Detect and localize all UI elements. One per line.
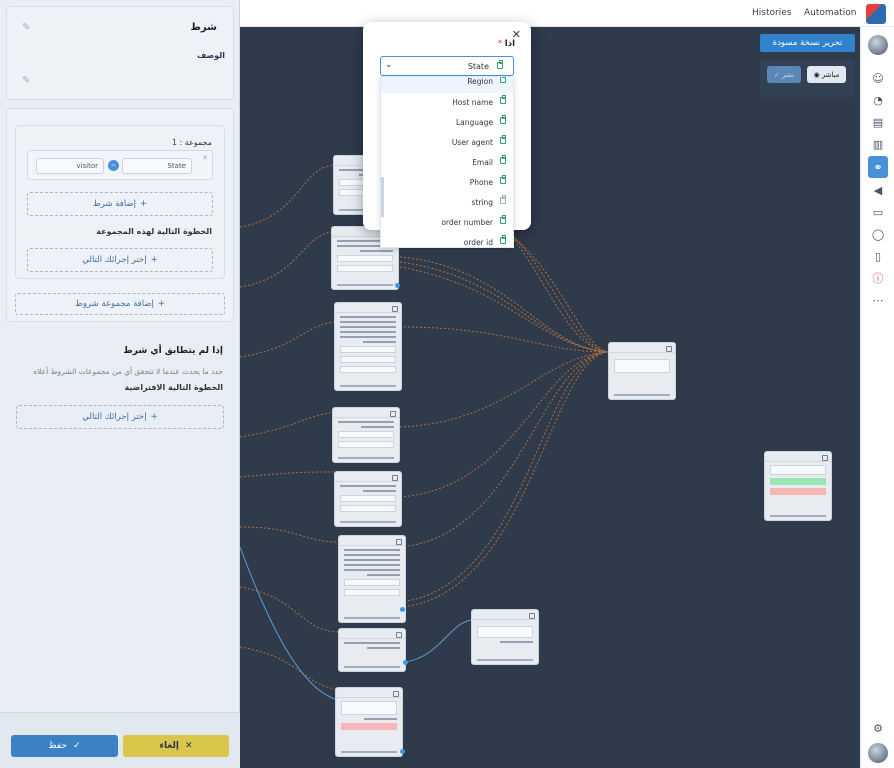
option-user-agent[interactable]: User agent [381, 134, 513, 154]
reports-pie-icon[interactable]: ◔ [868, 91, 888, 109]
option-order-number[interactable]: order number [381, 214, 513, 234]
remove-condition-icon[interactable]: ✕ [202, 154, 208, 162]
windows-icon[interactable]: ▤ [868, 113, 888, 131]
field-type-icon [500, 215, 506, 224]
field-options-dropdown: Region Host name Language User agent Ema… [380, 76, 514, 248]
condition-field[interactable]: State [122, 158, 192, 174]
flow-canvas[interactable]: تحرير نسخة مسودة ◉ مباشر ✓ نشر [240, 27, 860, 768]
condition-panel: شرط ✎ الوصف ✎ مجموعة : 1 إضافة مجموعة شر… [0, 0, 240, 768]
header-card: شرط ✎ الوصف ✎ [6, 6, 234, 100]
if-label: * اذا [497, 39, 515, 49]
no-match-description: حدد ما يحدث عندما لا تتحقق أي من مجموعات… [33, 367, 223, 376]
flow-node[interactable] [334, 302, 402, 391]
field-type-icon [500, 95, 506, 104]
operator-toggle[interactable]: ~ [108, 160, 119, 171]
book-icon[interactable]: ▯ [868, 247, 888, 265]
profile-avatar[interactable] [868, 743, 888, 763]
edges-layer [240, 164, 609, 700]
alert-icon[interactable]: ⓘ [868, 269, 888, 287]
field-select-value: State [467, 62, 489, 71]
field-type-icon [500, 135, 506, 144]
check-icon: ✓ [73, 741, 81, 751]
nav-histories[interactable]: Histories [752, 8, 791, 18]
plus-icon: + [150, 255, 158, 265]
flow-node[interactable] [334, 471, 402, 527]
add-condition-button[interactable]: إضافة شرط + [27, 192, 213, 216]
field-type-icon [500, 235, 506, 244]
plus-icon: + [157, 299, 166, 309]
edit-draft-button[interactable]: تحرير نسخة مسودة [760, 34, 855, 52]
folder-icon[interactable]: ▭ [868, 203, 888, 221]
chat-icon[interactable]: ◯ [868, 225, 888, 243]
eye-icon: ◉ [813, 70, 820, 79]
plus-icon: + [140, 199, 148, 209]
add-group-button[interactable]: إضافة مجموعة شروط + [15, 293, 225, 315]
node-port[interactable] [400, 749, 405, 754]
option-language[interactable]: Language [381, 114, 513, 134]
workflow-icon[interactable]: ⚭ [868, 156, 888, 178]
option-phone[interactable]: Phone [381, 174, 513, 194]
publish-button[interactable]: ✓ نشر [767, 66, 801, 83]
settings-sliders-icon[interactable]: ⚙ [868, 719, 888, 737]
save-button[interactable]: حفظ ✓ [11, 735, 118, 757]
chevron-down-icon: ⌄ [385, 60, 393, 70]
field-select[interactable]: ⌄ State [380, 56, 514, 76]
flow-node[interactable] [338, 535, 406, 623]
option-order-id[interactable]: order id [381, 234, 513, 247]
panel-title: شرط [190, 22, 217, 33]
edit-title-icon[interactable]: ✎ [22, 22, 30, 33]
node-port[interactable] [400, 607, 405, 612]
more-icon[interactable]: ⋯ [868, 291, 888, 309]
flow-node[interactable] [338, 628, 406, 672]
field-type-icon [500, 77, 506, 83]
flow-node[interactable] [608, 342, 676, 400]
description-label: الوصف [196, 51, 225, 60]
live-button[interactable]: ◉ مباشر [807, 66, 846, 83]
flow-node[interactable] [332, 407, 400, 463]
option-string[interactable]: string [381, 194, 513, 214]
plus-icon: + [150, 412, 158, 422]
option-host-name[interactable]: Host name [381, 94, 513, 114]
node-port[interactable] [395, 283, 400, 288]
flow-node[interactable] [471, 609, 539, 665]
choose-default-next-button[interactable]: إختر إجرائك التالي + [16, 405, 224, 429]
option-region[interactable]: Region [381, 77, 513, 93]
flow-node[interactable] [764, 451, 832, 521]
check-icon: ✓ [774, 70, 780, 79]
nav-automation[interactable]: Automation [804, 8, 856, 18]
field-type-icon [500, 195, 506, 204]
option-email[interactable]: Email [381, 154, 513, 174]
app-logo [866, 4, 886, 24]
condition-row: State ~ visitor ✕ [27, 150, 213, 180]
analytics-icon[interactable]: ▥ [868, 135, 888, 153]
field-type-icon [500, 155, 506, 164]
condition-value[interactable]: visitor [36, 158, 104, 174]
node-port[interactable] [403, 660, 408, 665]
megaphone-icon[interactable]: ◀ [868, 181, 888, 199]
field-type-icon [500, 115, 506, 124]
choose-next-button[interactable]: إختر إجرائك التالي + [27, 248, 213, 272]
next-step-group-label: الخطوة التالية لهذه المجموعة [96, 227, 212, 236]
panel-footer: حفظ ✓ إلغاء ✕ [0, 712, 240, 768]
no-match-title: إذا لم يتطابق أي شرط [123, 346, 223, 356]
field-type-icon [500, 175, 506, 184]
field-type-icon [497, 60, 503, 69]
cancel-button[interactable]: إلغاء ✕ [123, 735, 229, 757]
group-label: مجموعة : 1 [171, 138, 212, 147]
contacts-icon[interactable]: ☺ [868, 69, 888, 87]
default-next-label: الخطوة التالية الافتراضية [124, 383, 223, 392]
close-icon: ✕ [184, 741, 193, 751]
flow-node[interactable] [335, 687, 403, 757]
user-avatar[interactable] [868, 35, 888, 55]
right-icon-rail: ☺ ◔ ▤ ▥ ⚭ ◀ ▭ ◯ ▯ ⓘ ⋯ ⚙ [860, 27, 894, 768]
edit-description-icon[interactable]: ✎ [22, 75, 30, 86]
